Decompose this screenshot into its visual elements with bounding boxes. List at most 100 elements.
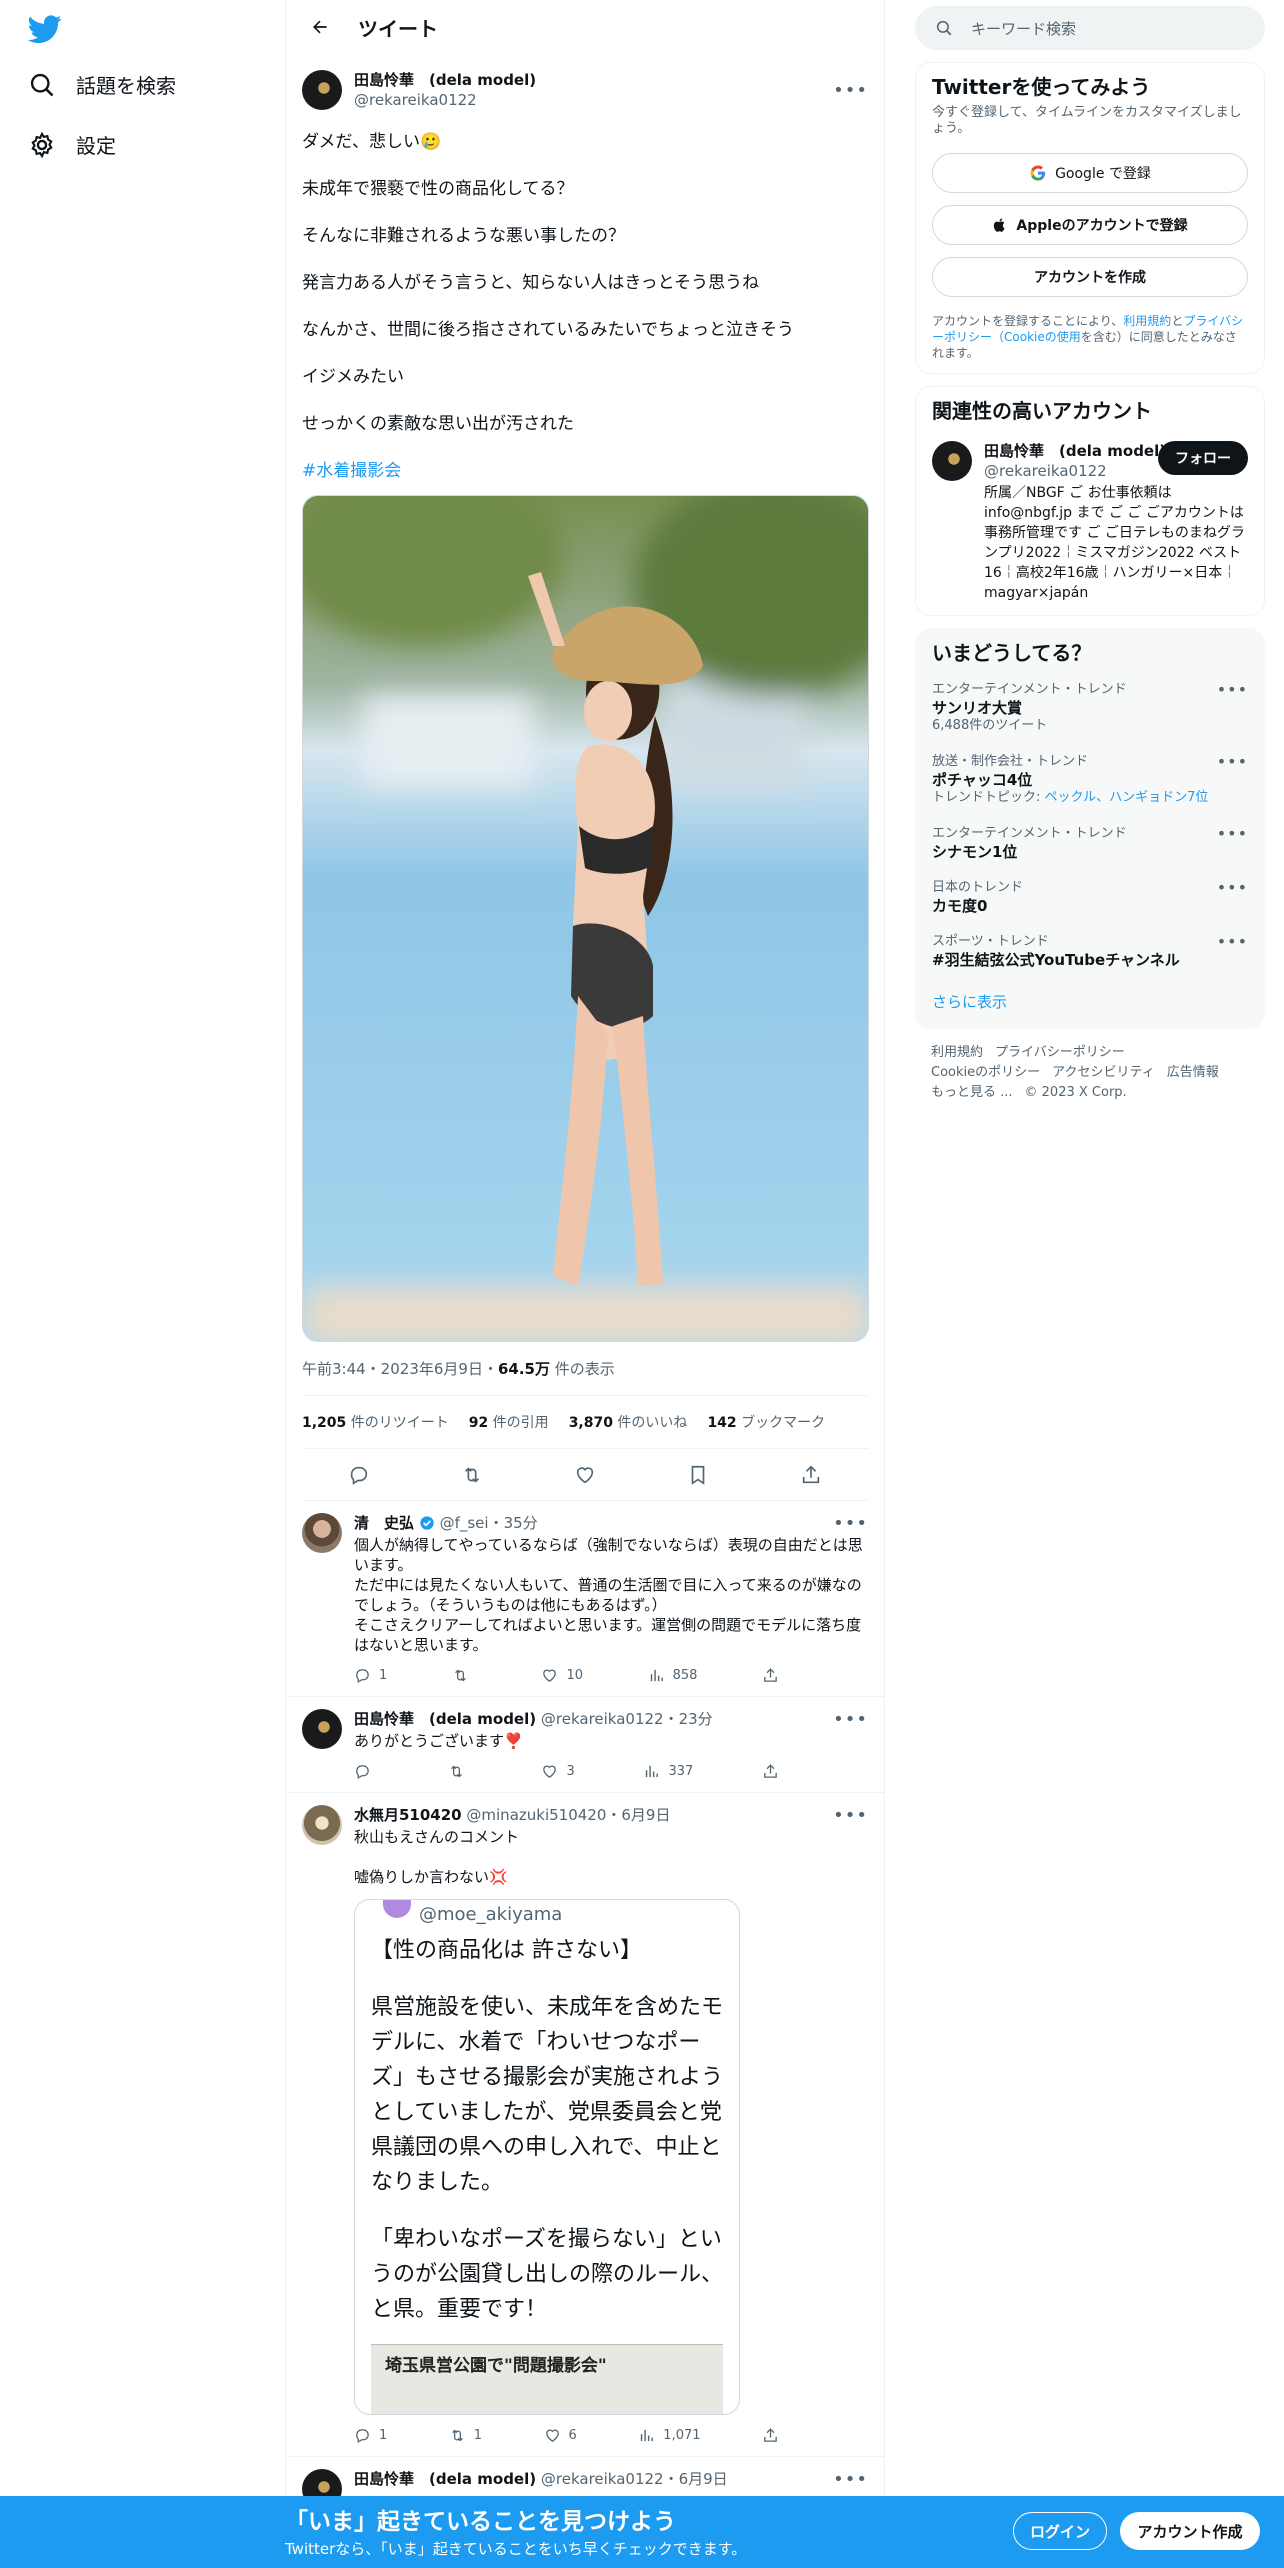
apple-signup-button[interactable]: Appleのアカウントで登録: [932, 205, 1248, 245]
more-options-icon[interactable]: •••: [1217, 933, 1248, 951]
hashtag-link[interactable]: #水着撮影会: [302, 459, 868, 483]
gear-icon: [31, 131, 53, 158]
create-account-button[interactable]: アカウントを作成: [932, 257, 1248, 297]
like-stat[interactable]: 3,870 件のいいね: [569, 1412, 688, 1432]
nav-explore-label: 話題を検索: [76, 74, 176, 98]
account-card[interactable]: 田島怜華 (dela model) @rekareika0122 フォロー: [932, 441, 1248, 481]
reply-display-name[interactable]: 田島怜華 (dela model): [354, 1710, 536, 1728]
reply-time[interactable]: ・23分: [664, 1710, 713, 1728]
signup-button[interactable]: アカウント作成: [1120, 2512, 1260, 2550]
reply-item[interactable]: 田島怜華 (dela model) @rekareika0122・23分 •••…: [286, 1697, 884, 1793]
like-button[interactable]: 3: [541, 1763, 575, 1780]
show-more-link[interactable]: さらに表示: [932, 977, 1248, 1016]
reply-handle[interactable]: @f_sei: [440, 1514, 489, 1532]
reply-time[interactable]: ・6月9日: [606, 1806, 670, 1824]
footer-link[interactable]: 利用規約: [931, 1045, 983, 1060]
views-count: 64.5万: [497, 1360, 550, 1378]
trend-category: エンターテインメント・トレンド: [932, 826, 1127, 841]
terms-link[interactable]: 利用規約: [1123, 314, 1171, 328]
retweet-icon: [454, 1669, 466, 1682]
retweet-button[interactable]: 1: [449, 2427, 482, 2444]
reply-display-name[interactable]: 水無月510420: [354, 1806, 462, 1824]
views-button[interactable]: 1,071: [638, 2427, 701, 2444]
share-icon[interactable]: [800, 1464, 822, 1486]
reply-button[interactable]: 1: [354, 2427, 387, 2444]
trend-item[interactable]: エンターテインメント・トレンド サンリオ大賞 6,488件のツイート •••: [932, 671, 1248, 743]
more-options-icon[interactable]: •••: [1217, 825, 1248, 843]
trend-item[interactable]: スポーツ・トレンド #羽生結弦公式YouTubeチャンネル •••: [932, 923, 1248, 977]
more-options-icon[interactable]: •••: [833, 1709, 868, 1730]
bookmark-icon[interactable]: [687, 1464, 709, 1486]
footer-link[interactable]: 広告情報: [1167, 1065, 1219, 1080]
reply-time[interactable]: ・35分: [489, 1514, 538, 1532]
google-signup-button[interactable]: Google で登録: [932, 153, 1248, 193]
trend-topics-links[interactable]: ペックル、ハンギョドン7位: [1045, 790, 1209, 805]
reply-time[interactable]: ・6月9日: [664, 2470, 728, 2488]
like-button[interactable]: 6: [544, 2427, 577, 2444]
bookmark-stat[interactable]: 142 ブックマーク: [707, 1412, 825, 1432]
stat-label: ブックマーク: [736, 1415, 826, 1431]
avatar[interactable]: [932, 441, 972, 481]
footer-link[interactable]: アクセシビリティ: [1052, 1065, 1155, 1080]
account-display-name[interactable]: 田島怜華 (dela model): [984, 441, 1166, 461]
avatar[interactable]: [302, 70, 342, 110]
avatar[interactable]: [302, 1709, 342, 1749]
back-button[interactable]: [302, 9, 338, 45]
trend-item[interactable]: エンターテインメント・トレンド シナモン1位 •••: [932, 815, 1248, 869]
author-display-name[interactable]: 田島怜華 (dela model): [354, 70, 536, 90]
retweet-stat[interactable]: 1,205 件のリツイート: [302, 1412, 449, 1432]
reply-button[interactable]: [354, 1763, 379, 1780]
trend-item[interactable]: 放送・制作会社・トレンド ポチャッコ4位 トレンドトピック: ペックル、ハンギョ…: [932, 743, 1248, 815]
search-input[interactable]: キーワード検索: [971, 18, 1076, 39]
reply-item[interactable]: 清 史弘 @f_sei・35分 ••• 個人が納得してやっているならば（強制でな…: [286, 1501, 884, 1697]
like-icon[interactable]: [574, 1464, 596, 1486]
trend-name: サンリオ大賞: [932, 699, 1023, 717]
account-handle[interactable]: @rekareika0122: [984, 461, 1166, 481]
views-button[interactable]: 337: [643, 1763, 693, 1780]
tweet-photo[interactable]: [302, 495, 869, 1342]
twitter-logo-icon[interactable]: [28, 12, 62, 46]
tweet-line: ダメだ、悲しい🥲: [302, 132, 442, 152]
reply-display-name[interactable]: 田島怜華 (dela model): [354, 2470, 536, 2488]
more-options-icon[interactable]: •••: [1217, 753, 1248, 771]
quote-stat[interactable]: 92 件の引用: [469, 1412, 549, 1432]
reply-item[interactable]: 水無月510420 @minazuki510420・6月9日 ••• 秋山もえさ…: [286, 1793, 884, 2457]
follow-button[interactable]: フォロー: [1158, 441, 1248, 475]
author-handle[interactable]: @rekareika0122: [354, 90, 536, 110]
retweet-button[interactable]: [452, 1667, 477, 1684]
more-options-icon[interactable]: •••: [833, 2469, 868, 2490]
nav-explore[interactable]: 話題を検索: [28, 70, 176, 99]
more-options-icon[interactable]: •••: [833, 1513, 868, 1534]
reply-icon[interactable]: [348, 1464, 370, 1486]
search-bar[interactable]: キーワード検索: [915, 6, 1265, 50]
reply-button[interactable]: 1: [354, 1667, 387, 1684]
tweet-actions: [302, 1449, 868, 1501]
views-button[interactable]: 858: [648, 1667, 697, 1684]
reply-handle[interactable]: @rekareika0122: [541, 2470, 664, 2488]
more-options-icon[interactable]: •••: [833, 80, 868, 101]
login-button[interactable]: ログイン: [1013, 2512, 1107, 2550]
reply-display-name[interactable]: 清 史弘: [354, 1514, 414, 1532]
reply-handle[interactable]: @rekareika0122: [541, 1710, 664, 1728]
share-button[interactable]: [762, 1667, 779, 1684]
more-options-icon[interactable]: •••: [1217, 681, 1248, 699]
trend-item[interactable]: 日本のトレンド カモ度0 •••: [932, 869, 1248, 923]
footer-link[interactable]: プライバシーポリシー: [995, 1045, 1125, 1060]
tweet-stats: 1,205 件のリツイート 92 件の引用 3,870 件のいいね 142 ブッ…: [302, 1396, 868, 1449]
nav-settings[interactable]: 設定: [28, 130, 116, 159]
share-button[interactable]: [762, 1763, 779, 1780]
like-button[interactable]: 10: [541, 1667, 583, 1684]
footer-link[interactable]: Cookieのポリシー: [931, 1065, 1040, 1080]
retweet-icon[interactable]: [461, 1464, 483, 1486]
avatar[interactable]: [302, 1805, 342, 1845]
more-options-icon[interactable]: •••: [1217, 879, 1248, 897]
quoted-image[interactable]: @moe_akiyama 【性の商品化は 許さない】 県営施設を使い、未成年を含…: [354, 1899, 740, 2415]
footer-more-link[interactable]: もっと見る ...: [931, 1085, 1013, 1100]
share-button[interactable]: [762, 2427, 779, 2444]
more-options-icon[interactable]: •••: [833, 1805, 868, 1826]
avatar[interactable]: [302, 1513, 342, 1553]
time-text[interactable]: 午前3:44・2023年6月9日・: [302, 1360, 498, 1378]
retweet-button[interactable]: [448, 1763, 473, 1780]
reply-handle[interactable]: @minazuki510420: [466, 1806, 606, 1824]
retweet-icon: [450, 1765, 462, 1778]
